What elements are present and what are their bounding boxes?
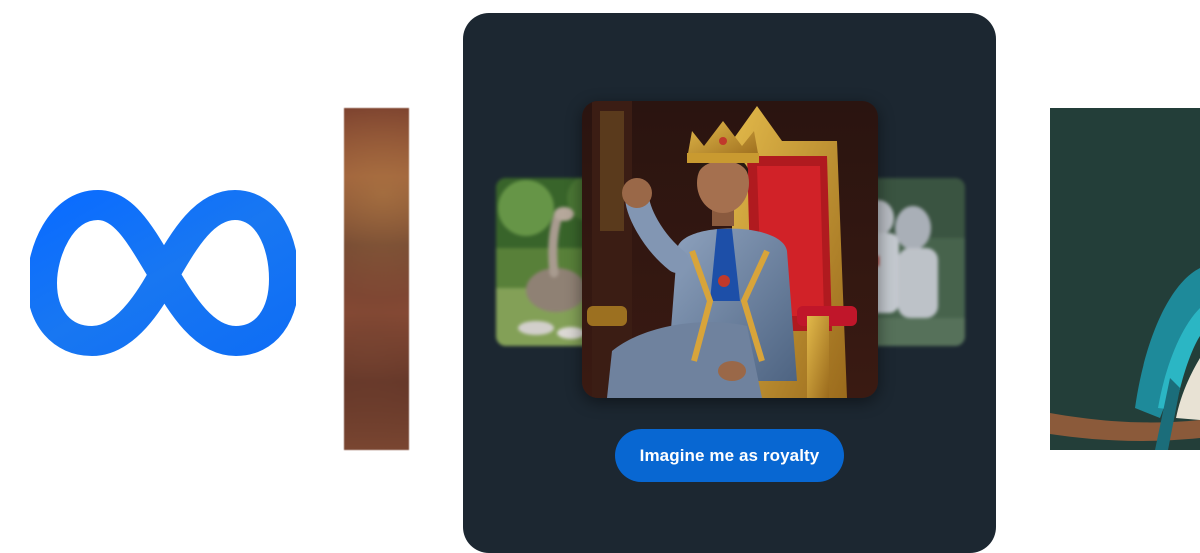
bird-on-branch-image [1050,108,1200,450]
carousel-panel: Imagine me as royalty [463,13,996,553]
imagine-prompt-button[interactable]: Imagine me as royalty [615,429,844,482]
meta-logo-icon [30,183,296,363]
left-carousel-image [344,108,409,450]
king-on-throne-image [582,101,878,398]
